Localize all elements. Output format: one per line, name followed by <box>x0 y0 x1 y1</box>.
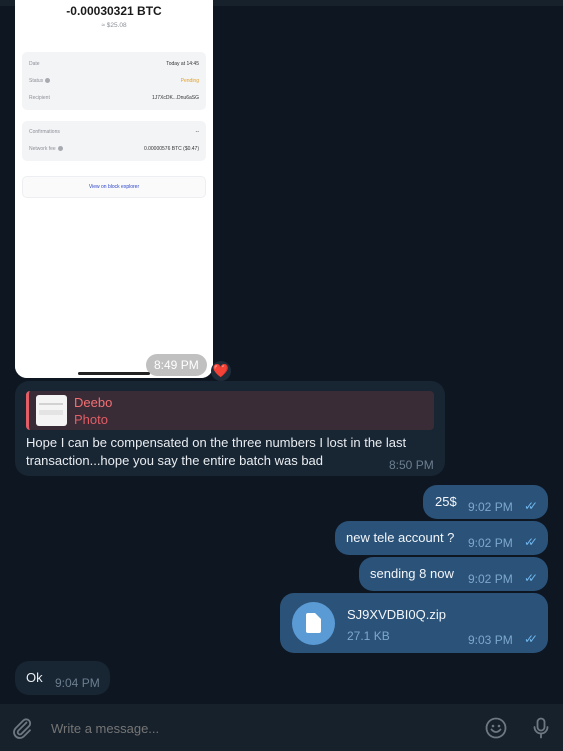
reply-quote[interactable]: Deebo Photo <box>26 391 434 430</box>
read-checkmarks-icon: ✓✓ <box>524 571 538 585</box>
detail-value: -- <box>195 129 199 135</box>
detail-key-text: Network fee <box>29 146 56 152</box>
thumbnail-line <box>39 403 63 405</box>
detail-row: Recipient 1J7XcDK...Dnu6aSG <box>29 95 199 105</box>
read-checkmarks-icon: ✓✓ <box>524 499 538 513</box>
detail-key-text: Status <box>29 78 44 84</box>
message-time: 9:04 PM <box>55 676 100 690</box>
microphone-icon[interactable] <box>529 716 553 740</box>
reply-author: Deebo <box>74 395 113 410</box>
detail-row: Status Pending <box>29 78 199 88</box>
photo-message[interactable]: -0.00030321 BTC ≈ $25.08 Date Today at 1… <box>15 0 213 378</box>
file-message[interactable]: SJ9XVDBI0Q.zip 27.1 KB 9:03 PM ✓✓ <box>280 593 548 653</box>
info-icon <box>57 146 63 152</box>
message-text: Ok <box>26 670 43 685</box>
message-text: new tele account ? <box>346 530 455 545</box>
paperclip-icon[interactable] <box>10 716 34 740</box>
photo-thumbnail <box>36 395 67 426</box>
detail-value: 0.00000576 BTC ($0.47) <box>143 146 199 152</box>
usd-amount: ≈ $25.08 <box>101 22 127 29</box>
status-pending: Pending <box>180 78 199 84</box>
message-text: Hope I can be compensated on the three n… <box>26 435 407 468</box>
message-input[interactable] <box>51 718 451 738</box>
message-time: 9:02 PM <box>468 536 513 550</box>
detail-key: Confirmations <box>29 129 60 135</box>
file-download-icon[interactable] <box>292 602 335 645</box>
message-text: 25$ <box>435 494 457 509</box>
detail-row: Confirmations -- <box>29 129 199 139</box>
file-name: SJ9XVDBI0Q.zip <box>347 607 446 622</box>
photo-timestamp: 8:49 PM <box>146 354 207 376</box>
outgoing-message[interactable]: 25$ 9:02 PM ✓✓ <box>423 485 548 519</box>
chat-area: -0.00030321 BTC ≈ $25.08 Date Today at 1… <box>0 0 563 704</box>
incoming-message[interactable]: Deebo Photo Hope I can be compensated on… <box>15 381 445 476</box>
outgoing-message[interactable]: sending 8 now 9:02 PM ✓✓ <box>359 557 548 591</box>
detail-value: 1J7XcDK...Dnu6aSG <box>152 95 199 101</box>
read-checkmarks-icon: ✓✓ <box>524 535 538 549</box>
outgoing-message[interactable]: new tele account ? 9:02 PM ✓✓ <box>335 521 548 555</box>
document-fold <box>315 613 321 619</box>
fee-card: Confirmations -- Network fee 0.00000576 … <box>22 121 206 161</box>
heart-reaction-icon[interactable]: ❤️ <box>211 361 231 381</box>
emoji-icon[interactable] <box>484 716 508 740</box>
block-explorer-link: View on block explorer <box>22 176 206 198</box>
details-card: Date Today at 14:45 Status Pending Recip… <box>22 52 206 110</box>
detail-key: Recipient <box>29 95 50 101</box>
incoming-message[interactable]: Ok 9:04 PM <box>15 661 110 695</box>
message-time: 9:02 PM <box>468 572 513 586</box>
detail-key: Status <box>29 78 51 84</box>
message-composer <box>0 704 563 751</box>
detail-key: Date <box>29 61 40 67</box>
home-indicator <box>78 372 150 375</box>
thumbnail-line <box>39 410 63 415</box>
btc-amount: -0.00030321 BTC <box>66 4 162 18</box>
transaction-screenshot: -0.00030321 BTC ≈ $25.08 Date Today at 1… <box>15 0 213 378</box>
info-icon <box>45 78 51 84</box>
detail-row: Date Today at 14:45 <box>29 61 199 71</box>
detail-row: Network fee 0.00000576 BTC ($0.47) <box>29 146 199 156</box>
read-checkmarks-icon: ✓✓ <box>524 632 538 646</box>
reply-media-type: Photo <box>74 412 108 427</box>
detail-value: Today at 14:45 <box>166 61 199 67</box>
message-time: 9:02 PM <box>468 500 513 514</box>
message-time: 8:50 PM <box>389 458 434 472</box>
message-time: 9:03 PM <box>468 633 513 647</box>
message-text: sending 8 now <box>370 566 454 581</box>
detail-key: Network fee <box>29 146 63 152</box>
file-size: 27.1 KB <box>347 629 390 643</box>
